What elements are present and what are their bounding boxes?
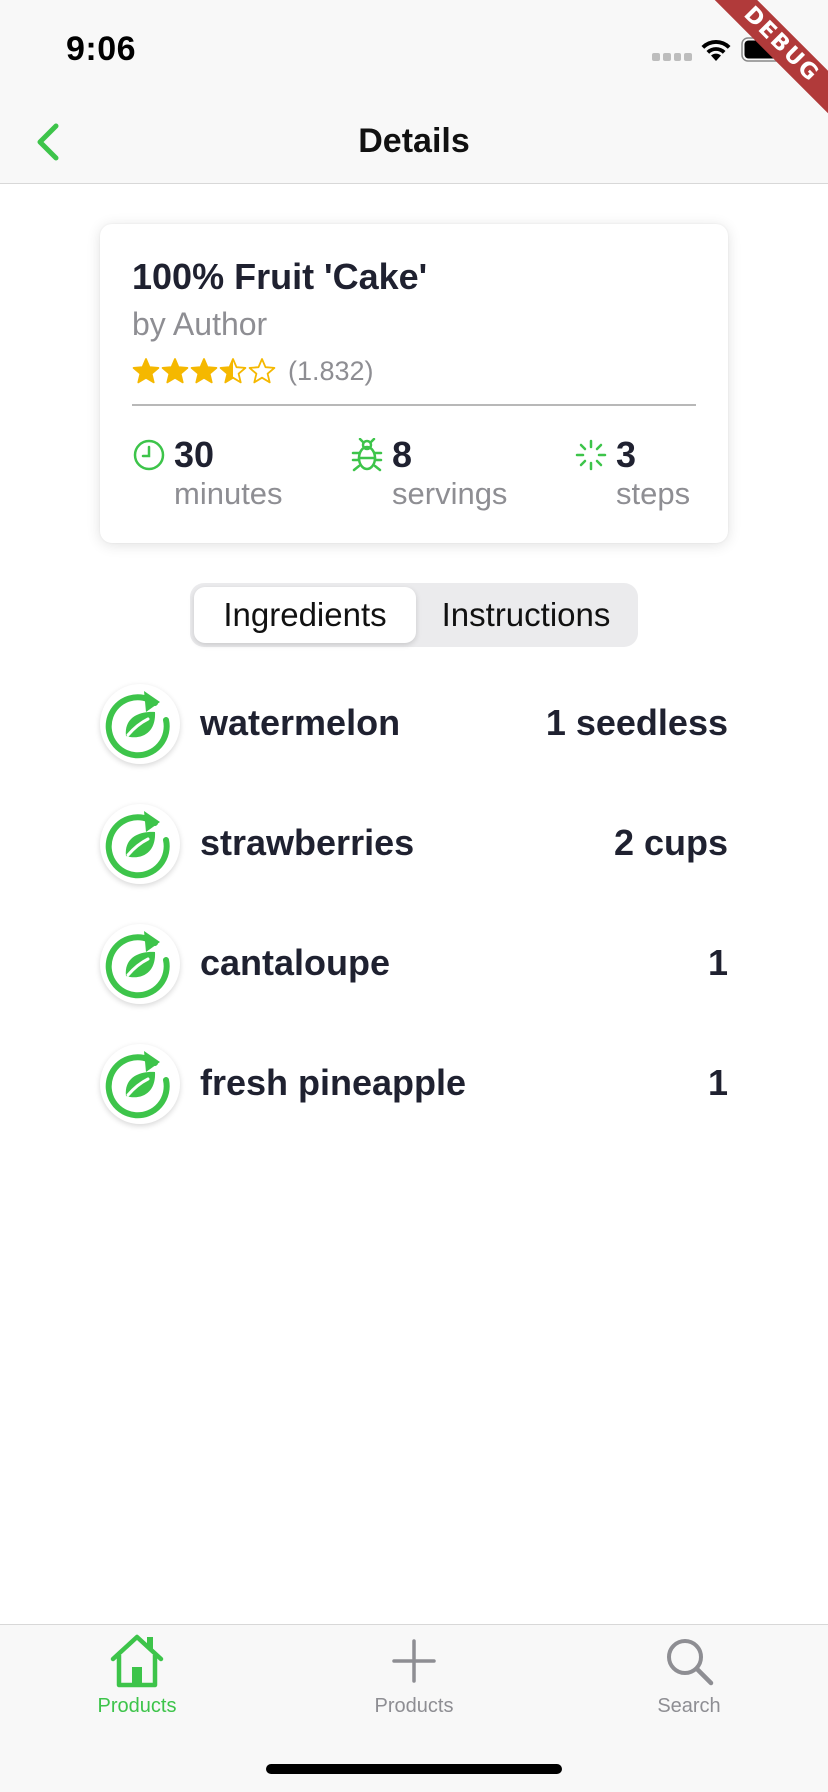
page-title: Details bbox=[358, 122, 470, 160]
recycle-leaf-icon bbox=[100, 804, 180, 884]
recycle-leaf-icon bbox=[100, 684, 180, 764]
segment-instructions[interactable]: Instructions bbox=[418, 587, 634, 643]
ingredient-quantity: 1 bbox=[707, 1062, 728, 1103]
tab-label: Products bbox=[97, 1695, 177, 1717]
ingredient-quantity: 1 seedless bbox=[545, 702, 728, 743]
star-half-icon bbox=[219, 358, 247, 384]
stat-steps-value: 3 bbox=[616, 434, 637, 475]
ingredient-quantity: 1 bbox=[707, 942, 728, 983]
stat-servings-label: servings bbox=[392, 476, 508, 511]
ingredient-name: fresh pineapple bbox=[200, 1062, 467, 1103]
stat-time-label: minutes bbox=[174, 476, 283, 511]
ingredient-quantity: 2 cups bbox=[613, 822, 728, 863]
recycle-leaf-icon bbox=[100, 924, 180, 1004]
rating-count: (1.832) bbox=[288, 355, 374, 386]
recycle-leaf-icon bbox=[100, 1044, 180, 1124]
ingredient-name: strawberries bbox=[200, 822, 415, 863]
segment-ingredients[interactable]: Ingredients bbox=[194, 587, 416, 643]
recipe-title: 100% Fruit 'Cake' bbox=[132, 256, 428, 297]
clock-icon bbox=[133, 439, 165, 471]
debug-banner: DEBUG bbox=[708, 0, 828, 120]
star-rating bbox=[132, 357, 276, 385]
spinner-icon bbox=[575, 439, 607, 471]
star-empty-icon bbox=[248, 358, 276, 384]
ingredient-row[interactable]: watermelon 1 seedless bbox=[100, 684, 728, 774]
tab-search[interactable]: Search bbox=[589, 1625, 789, 1735]
star-full-icon bbox=[161, 358, 189, 384]
plus-icon bbox=[392, 1639, 436, 1683]
ingredient-row[interactable]: fresh pineapple 1 bbox=[100, 1044, 728, 1134]
ingredient-row[interactable]: strawberries 2 cups bbox=[100, 804, 728, 894]
star-full-icon bbox=[132, 358, 160, 384]
bug-icon bbox=[351, 438, 383, 472]
navigation-bar: Details bbox=[0, 100, 828, 184]
cellular-signal-icon bbox=[652, 53, 692, 61]
tab-products[interactable]: Products bbox=[37, 1625, 237, 1735]
segmented-control: Ingredients Instructions bbox=[190, 583, 638, 647]
debug-label: DEBUG bbox=[708, 0, 828, 120]
ingredient-name: cantaloupe bbox=[200, 942, 391, 983]
home-indicator bbox=[266, 1764, 562, 1774]
rating: (1.832) bbox=[132, 354, 374, 388]
status-time: 9:06 bbox=[66, 30, 137, 68]
recipe-author: by Author bbox=[132, 306, 268, 342]
recipe-card: 100% Fruit 'Cake' by Author (1.832) 30 m… bbox=[100, 224, 728, 543]
status-bar: 9:06 bbox=[0, 0, 828, 100]
stat-servings-value: 8 bbox=[392, 434, 413, 475]
stat-time-value: 30 bbox=[174, 434, 215, 475]
ingredient-name: watermelon bbox=[200, 702, 401, 743]
stat-steps-label: steps bbox=[616, 476, 691, 511]
card-divider bbox=[132, 404, 696, 406]
tab-label: Products bbox=[374, 1695, 454, 1717]
search-icon bbox=[667, 1639, 714, 1686]
tab-label: Search bbox=[657, 1695, 721, 1717]
star-full-icon bbox=[190, 358, 218, 384]
tab-add-products[interactable]: Products bbox=[314, 1625, 514, 1735]
home-icon bbox=[110, 1634, 164, 1688]
ingredient-row[interactable]: cantaloupe 1 bbox=[100, 924, 728, 1014]
